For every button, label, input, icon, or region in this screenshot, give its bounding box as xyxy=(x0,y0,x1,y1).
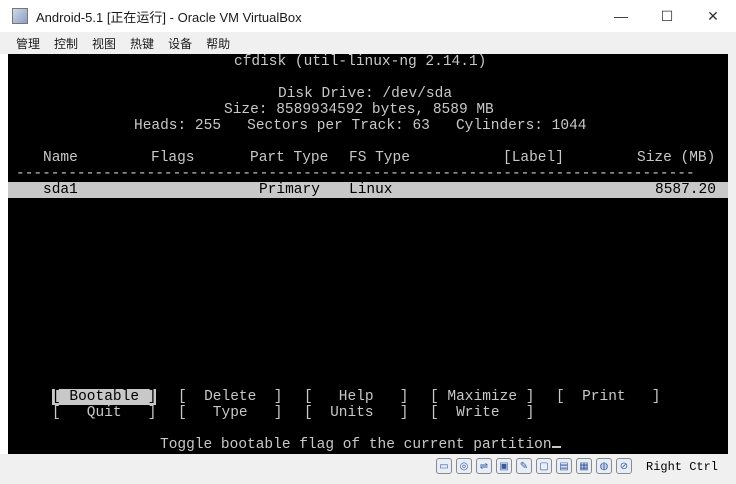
mouse-integration-icon[interactable]: ◍ xyxy=(596,458,612,474)
write-button[interactable]: [ Write ] xyxy=(430,405,534,421)
units-button[interactable]: [ Units ] xyxy=(304,405,408,421)
partition-fs-type: Linux xyxy=(349,182,393,198)
disk-size-label: Size: 8589934592 bytes, 8589 MB xyxy=(224,102,494,118)
cpu-icon[interactable]: ▦ xyxy=(576,458,592,474)
help-button[interactable]: [ Help ] xyxy=(304,389,408,405)
host-key-label: Right Ctrl xyxy=(646,460,719,474)
left-window-edge xyxy=(0,54,8,454)
partition-row-selected[interactable]: sda1 Primary Linux 8587.20 xyxy=(8,182,728,198)
window-controls: — ☐ ✕ xyxy=(598,0,736,32)
col-header-fs-type: FS Type xyxy=(349,150,410,166)
shared-folder-icon[interactable]: ▣ xyxy=(496,458,512,474)
status-text: Toggle bootable flag of the current part… xyxy=(160,437,552,453)
title-bar: Android-5.1 [正在运行] - Oracle VM VirtualBo… xyxy=(0,0,736,32)
status-message: Toggle bootable flag of the current part… xyxy=(160,437,561,453)
disk-geometry-label: Heads: 255 Sectors per Track: 63 Cylinde… xyxy=(134,118,587,134)
keyboard-icon[interactable]: ⊘ xyxy=(616,458,632,474)
print-button[interactable]: [ Print ] xyxy=(556,389,660,405)
header-separator: ----------------------------------------… xyxy=(16,166,695,182)
partition-name: sda1 xyxy=(43,182,78,198)
vm-screen[interactable]: cfdisk (util-linux-ng 2.14.1) Disk Drive… xyxy=(8,54,728,454)
hard-disk-icon[interactable]: ▭ xyxy=(436,458,452,474)
menu-control[interactable]: 控制 xyxy=(54,35,78,52)
text-cursor xyxy=(551,446,561,448)
menu-hotkey[interactable]: 热键 xyxy=(130,35,154,52)
close-button[interactable]: ✕ xyxy=(690,0,736,32)
network-icon[interactable]: ▢ xyxy=(536,458,552,474)
window-title: Android-5.1 [正在运行] - Oracle VM VirtualBo… xyxy=(36,9,302,25)
optical-disk-icon[interactable]: ◎ xyxy=(456,458,472,474)
menu-view[interactable]: 视图 xyxy=(92,35,116,52)
quit-button[interactable]: [ Quit ] xyxy=(52,405,156,421)
menu-manage[interactable]: 管理 xyxy=(16,35,40,52)
col-header-name: Name xyxy=(43,150,78,166)
delete-button[interactable]: [ Delete ] xyxy=(178,389,282,405)
maximize-button[interactable]: ☐ xyxy=(644,0,690,32)
menu-bar: 管理 控制 视图 热键 设备 帮助 xyxy=(0,32,736,54)
col-header-part-type: Part Type xyxy=(250,150,329,166)
partition-type: Primary xyxy=(259,182,320,198)
maximize-button-cfdisk[interactable]: [ Maximize ] xyxy=(430,389,534,405)
menu-help[interactable]: 帮助 xyxy=(206,35,230,52)
partition-size: 8587.20 xyxy=(655,182,716,198)
menu-devices[interactable]: 设备 xyxy=(168,35,192,52)
display-icon[interactable]: ✎ xyxy=(516,458,532,474)
col-header-size: Size (MB) xyxy=(637,150,716,166)
recording-icon[interactable]: ▤ xyxy=(556,458,572,474)
bootable-button[interactable]: [ Bootable ] xyxy=(52,389,157,405)
minimize-button[interactable]: — xyxy=(598,0,644,32)
type-button[interactable]: [ Type ] xyxy=(178,405,282,421)
program-title: cfdisk (util-linux-ng 2.14.1) xyxy=(234,54,487,70)
device-icons: ▭ ◎ ⇌ ▣ ✎ ▢ ▤ ▦ ◍ ⊘ xyxy=(436,458,636,474)
status-bar: ▭ ◎ ⇌ ▣ ✎ ▢ ▤ ▦ ◍ ⊘ Right Ctrl xyxy=(0,454,736,484)
virtualbox-app-icon xyxy=(12,8,28,24)
disk-drive-label: Disk Drive: /dev/sda xyxy=(278,86,453,102)
col-header-label: [Label] xyxy=(503,150,564,166)
usb-icon[interactable]: ⇌ xyxy=(476,458,492,474)
col-header-flags: Flags xyxy=(151,150,195,166)
